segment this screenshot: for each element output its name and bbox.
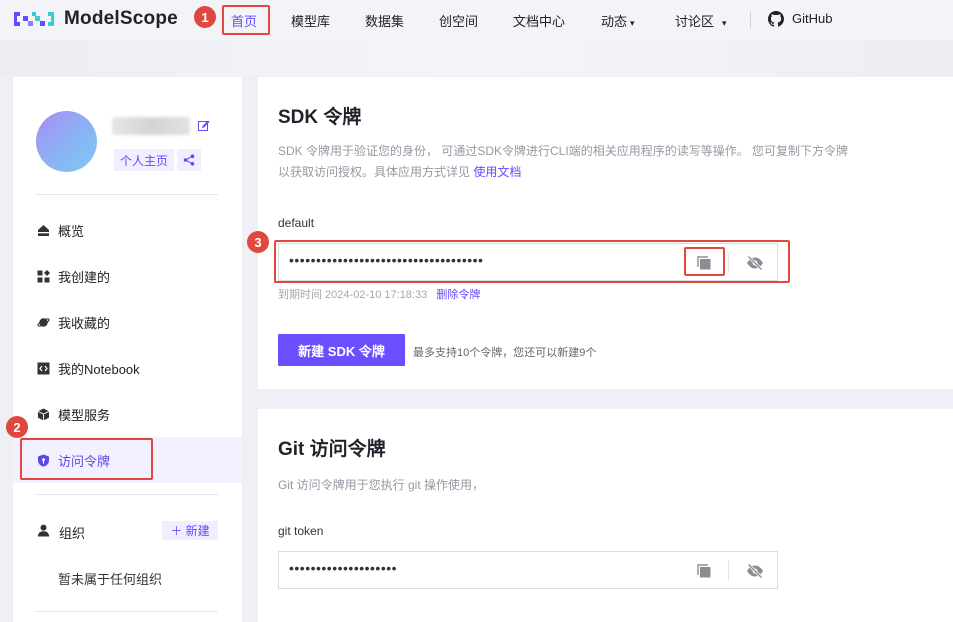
sidebar-item-label: 我创建的	[58, 269, 111, 285]
sidebar-divider	[35, 194, 218, 195]
username-blurred	[112, 117, 190, 135]
org-label: 组织	[59, 526, 86, 541]
sidebar-item-label: 概览	[58, 223, 85, 239]
git-token-card: Git 访问令牌 Git 访问令牌用于您执行 git 操作使用， git tok…	[258, 409, 953, 622]
token-limit-hint: 最多支持10个令牌，您还可以新建9个	[413, 347, 597, 359]
sidebar-item-label: 我收藏的	[58, 315, 111, 331]
profile-button[interactable]: 个人主页	[114, 149, 174, 171]
sdk-desc-line2-text: 以获取访问授权。具体应用方式详见	[278, 165, 474, 179]
step-badge-3: 3	[247, 231, 269, 253]
logo-text: ModelScope	[64, 8, 178, 29]
no-org-text: 暂未属于任何组织	[58, 572, 163, 587]
user-icon	[37, 524, 50, 537]
planet-icon	[37, 317, 50, 327]
background-banner	[0, 40, 953, 76]
avatar[interactable]	[36, 111, 97, 172]
nav-divider	[750, 12, 751, 28]
nav-datasets[interactable]: 数据集	[365, 11, 404, 30]
edit-icon[interactable]	[198, 120, 210, 132]
token-expiry: 到期时间 2024-02-10 17:18:33 删除令牌	[278, 286, 480, 302]
copy-icon[interactable]	[697, 564, 711, 578]
sidebar-divider	[35, 494, 218, 495]
new-org-button[interactable]: ＋ 新建	[162, 521, 218, 540]
sidebar-item-favorites[interactable]: 我收藏的	[13, 299, 242, 345]
nav-docs[interactable]: 文档中心	[513, 11, 565, 30]
modelscope-logo-icon	[14, 12, 54, 26]
share-icon	[183, 154, 195, 166]
top-navbar: ModelScope 首页 模型库 数据集 创空间 文档中心 动态 ▾ 讨论区 ▾ …	[0, 0, 953, 40]
share-button[interactable]	[177, 149, 201, 171]
sidebar-divider	[35, 611, 218, 612]
nav-news-label: 动态	[601, 14, 628, 29]
eye-hidden-icon[interactable]	[746, 563, 764, 579]
sidebar-item-notebook[interactable]: 我的Notebook	[13, 345, 242, 391]
highlight-box-copy	[684, 247, 725, 276]
git-token-field[interactable]: ••••••••••••••••••••	[278, 551, 778, 589]
git-token-description: Git 访问令牌用于您执行 git 操作使用，	[278, 478, 485, 492]
sdk-desc-line1: SDK 令牌用于验证您的身份， 可通过SDK令牌进行CLI端的相关应用程序的读写…	[278, 144, 849, 158]
git-token-value: ••••••••••••••••••••	[289, 560, 398, 576]
nav-github[interactable]: GitHub	[792, 11, 832, 26]
step-badge-2: 2	[6, 416, 28, 438]
sidebar-item-label: 我的Notebook	[58, 361, 140, 377]
usage-docs-link[interactable]: 使用文档	[473, 165, 521, 179]
modelscope-logo[interactable]: ModelScope	[12, 8, 178, 30]
caret-down-icon: ▾	[630, 18, 635, 28]
delete-token-link[interactable]: 删除令牌	[436, 289, 480, 301]
home-icon	[38, 224, 49, 236]
nav-studios[interactable]: 创空间	[439, 11, 478, 30]
cube-icon	[37, 408, 50, 420]
git-token-title: Git 访问令牌	[278, 439, 386, 460]
field-divider	[728, 561, 729, 581]
nav-forum[interactable]: 讨论区 ▾	[675, 11, 727, 30]
sidebar-item-created[interactable]: 我创建的	[13, 253, 242, 299]
nav-forum-label: 讨论区	[675, 14, 715, 29]
sdk-token-title: SDK 令牌	[278, 107, 362, 128]
highlight-box-access-token	[20, 438, 153, 480]
nav-models[interactable]: 模型库	[291, 11, 330, 30]
sidebar-item-model-service[interactable]: 模型服务	[13, 391, 242, 437]
sdk-desc-line2: 以获取访问授权。具体应用方式详见 使用文档	[278, 162, 848, 183]
sdk-token-card: SDK 令牌 SDK 令牌用于验证您的身份， 可通过SDK令牌进行CLI端的相关…	[258, 77, 953, 389]
create-sdk-token-button[interactable]: 新建 SDK 令牌	[278, 334, 405, 366]
highlight-box-home	[222, 5, 270, 35]
sidebar-item-overview[interactable]: 概览	[13, 207, 242, 253]
step-badge-1: 1	[194, 6, 216, 28]
sdk-token-description: SDK 令牌用于验证您的身份， 可通过SDK令牌进行CLI端的相关应用程序的读写…	[278, 141, 848, 183]
git-token-name-label: git token	[278, 524, 324, 538]
sidebar-item-label: 模型服务	[58, 407, 111, 423]
caret-down-icon: ▾	[722, 18, 727, 28]
github-icon[interactable]	[768, 11, 784, 27]
grid-icon	[37, 269, 50, 282]
nav-news[interactable]: 动态 ▾	[601, 11, 635, 30]
expiry-text: 到期时间 2024-02-10 17:18:33	[278, 289, 428, 301]
sidebar: 个人主页 概览 我创建的 我收藏的 我的Notebook 模型服务 访问令牌 组…	[13, 77, 242, 622]
code-icon	[37, 362, 50, 374]
token-name-label: default	[278, 216, 315, 230]
